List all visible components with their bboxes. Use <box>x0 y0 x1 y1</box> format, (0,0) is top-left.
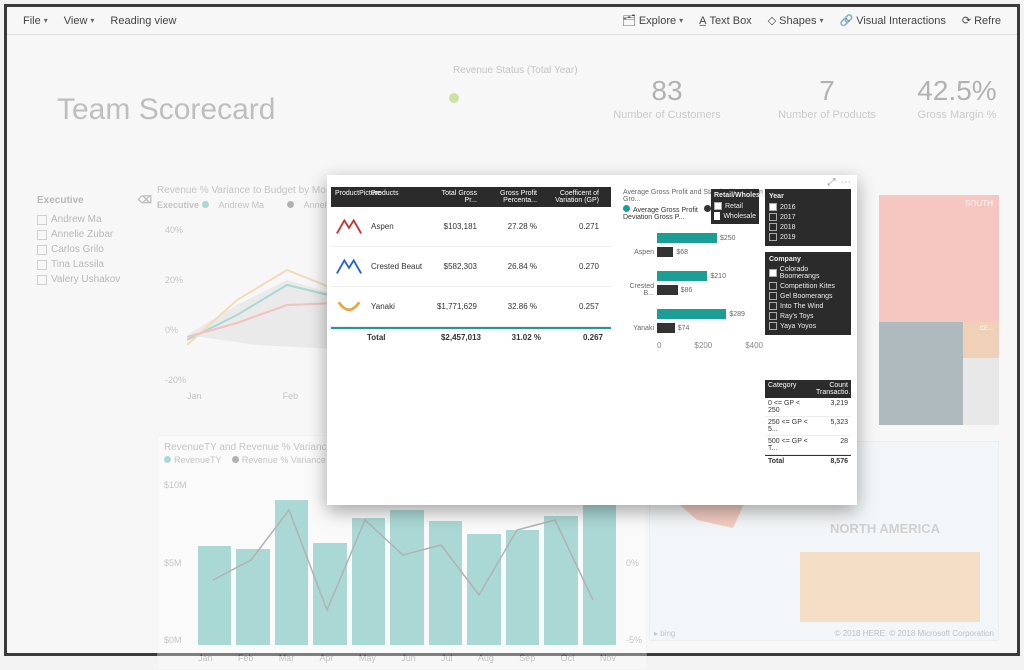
table-row: Crested Beaut $582,303 26.84 % 0.270 <box>331 247 611 287</box>
retail-wholesale-slicer[interactable]: Retail/Wholesale Retail Wholesale <box>711 189 759 224</box>
visual-interactions-button[interactable]: 🔗Visual Interactions <box>831 10 953 31</box>
table-row: Aspen $103,181 27.28 % 0.271 <box>331 207 611 247</box>
product-table[interactable]: ProductPicture Products Total Gross Pr..… <box>331 187 611 342</box>
shapes-icon: ◇ <box>768 14 776 27</box>
kpi-products: 7Number of Products <box>767 75 887 121</box>
refresh-button[interactable]: ⟳Refre <box>954 10 1009 31</box>
kpi-status-label: Revenue Status (Total Year) <box>453 65 578 76</box>
reading-view-button[interactable]: Reading view <box>102 11 184 31</box>
kpi-margin: 42.5%Gross Margin % <box>907 75 1007 121</box>
interactions-icon: 🔗 <box>839 14 853 27</box>
explore-icon: 🗂 <box>622 14 636 27</box>
more-options-icon[interactable]: ⋯ <box>841 177 851 188</box>
executive-slicer[interactable]: Executive⌫ Andrew Ma Annelie Zubar Carlo… <box>37 195 152 287</box>
text-box-button[interactable]: A̲Text Box <box>691 11 760 31</box>
explore-menu[interactable]: 🗂Explore▾ <box>614 10 691 31</box>
table-row: Yanaki $1,771,629 32.86 % 0.257 <box>331 287 611 327</box>
textbox-icon: A̲ <box>699 15 706 27</box>
status-indicator-icon <box>449 93 459 103</box>
file-menu[interactable]: File▾ <box>15 11 56 31</box>
eraser-icon[interactable]: ⌫ <box>138 195 152 206</box>
shapes-menu[interactable]: ◇Shapes▾ <box>760 10 832 31</box>
kpi-customers: 83Number of Customers <box>597 75 737 121</box>
category-table[interactable]: CategoryCount Transactio... 0 <= GP < 25… <box>765 380 851 467</box>
region-treemap[interactable]: SOUTH CE... <box>879 195 999 425</box>
drillthrough-popup: ⤢ ⋯ ProductPicture Products Total Gross … <box>327 175 857 505</box>
view-menu[interactable]: View▾ <box>56 11 103 31</box>
company-slicer[interactable]: Company Colorado Boomerangs Competition … <box>765 252 851 335</box>
ribbon-toolbar: File▾ View▾ Reading view 🗂Explore▾ A̲Tex… <box>7 7 1017 35</box>
page-title: Team Scorecard <box>57 93 275 127</box>
refresh-icon: ⟳ <box>962 14 971 27</box>
year-slicer[interactable]: Year 2016 2017 2018 2019 <box>765 189 851 246</box>
focus-mode-icon[interactable]: ⤢ <box>827 177 835 188</box>
